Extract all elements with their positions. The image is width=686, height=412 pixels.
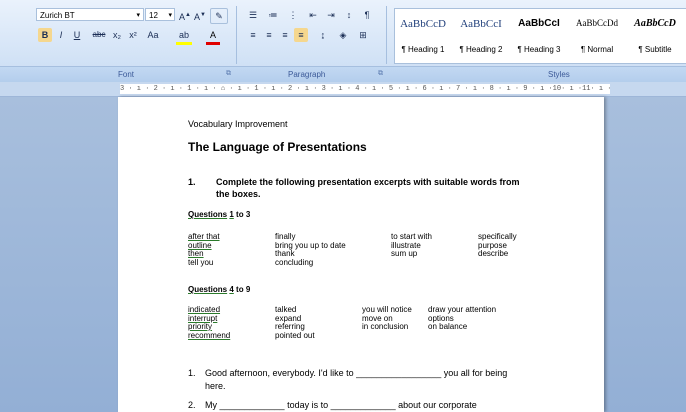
style-name: ¶ Normal [580, 45, 614, 54]
clear-formatting-icon[interactable]: ✎ [210, 8, 228, 24]
document-workspace: Vocabulary Improvement The Language of P… [0, 97, 686, 412]
style-normal[interactable]: AaBbCcDd ¶ Normal [569, 9, 625, 63]
doc-line-vocabulary: Vocabulary Improvement [188, 119, 288, 129]
chevron-down-icon[interactable]: ▾ [136, 9, 140, 22]
word: sum up [391, 249, 418, 258]
change-case-icon[interactable]: Aa [144, 28, 162, 42]
box2-col3: you will notice move on in conclusion [362, 305, 412, 332]
item-1-line-b: here. [205, 381, 226, 391]
dialog-launcher-icon[interactable]: ⧉ [226, 70, 231, 78]
item-2-number: 2. [188, 400, 196, 410]
questions-range: to 9 [236, 285, 251, 294]
questions-number: 4 [229, 285, 234, 294]
questions-range: to 3 [236, 210, 251, 219]
box1-col1: after that outline then tell you [188, 232, 220, 267]
word: tell you [188, 257, 214, 267]
questions-header-2: Questions 4 to 9 [188, 285, 250, 294]
style-sample: AaBbCcI [518, 18, 560, 29]
style-sample: AaBbCcDd [576, 18, 618, 28]
box2-col4: draw your attention options on balance [428, 305, 496, 332]
ribbon: Zurich BT ▾ 12 ▾ A▲ A▼ ✎ B I U abc x₂ x²… [0, 0, 686, 83]
italic-icon[interactable]: I [54, 28, 68, 42]
style-subtitle[interactable]: AaBbCcD ¶ Subtitle [627, 9, 683, 63]
justify-icon[interactable]: ≡ [294, 28, 308, 42]
word: concluding [275, 257, 314, 267]
word: describe [478, 249, 509, 258]
ribbon-group-labels: Font ⧉ Paragraph ⧉ Styles [0, 66, 686, 83]
align-center-icon[interactable]: ≡ [262, 28, 276, 42]
chevron-down-icon[interactable]: ▾ [168, 9, 172, 22]
font-name-value: Zurich BT [40, 11, 75, 20]
sort-icon[interactable]: ↕ [342, 8, 356, 22]
style-name: ¶ Heading 1 [401, 45, 445, 54]
font-size-box[interactable]: 12 ▾ [145, 8, 175, 21]
numbering-icon[interactable]: ≔ [266, 8, 280, 22]
questions-number: 1 [229, 210, 234, 219]
word: in conclusion [362, 322, 409, 331]
decrease-indent-icon[interactable]: ⇤ [306, 8, 320, 22]
task-line-2: the boxes. [216, 189, 261, 199]
font-color-icon[interactable]: A [206, 28, 220, 45]
font-name-box[interactable]: Zurich BT ▾ [36, 8, 144, 21]
bold-icon[interactable]: B [38, 28, 52, 42]
group-label-font: Font [118, 70, 135, 79]
styles-gallery: AaBbCcD ¶ Heading 1 AaBbCcI ¶ Heading 2 … [394, 8, 686, 64]
ruler-scale: 3 · ı · 2 · ı · 1 · ı · ⌂ · ı · 1 · ı · … [120, 84, 610, 94]
grow-font-icon[interactable]: A▲ [178, 8, 192, 22]
item-2-line-a: My _____________ today is to ___________… [205, 400, 477, 410]
style-heading-1[interactable]: AaBbCcD ¶ Heading 1 [395, 9, 451, 63]
shading-icon[interactable]: ◈ [336, 28, 350, 42]
item-1-line-a: Good afternoon, everybody. I'd like to _… [205, 368, 508, 378]
word: pointed out [275, 330, 315, 340]
highlight-icon[interactable]: ab [176, 28, 192, 45]
questions-word: Questions [188, 210, 228, 219]
increase-indent-icon[interactable]: ⇥ [324, 8, 338, 22]
style-name: ¶ Heading 3 [517, 45, 561, 54]
underline-icon[interactable]: U [70, 28, 84, 42]
word: on balance [428, 322, 468, 331]
style-name: ¶ Subtitle [638, 45, 672, 54]
doc-heading: The Language of Presentations [188, 140, 367, 154]
box1-col2: finally bring you up to date thank concl… [275, 232, 346, 267]
strikethrough-icon[interactable]: abc [90, 28, 108, 42]
item-1-number: 1. [188, 368, 196, 378]
font-size-value: 12 [149, 11, 158, 20]
task-number: 1. [188, 177, 196, 187]
style-heading-2[interactable]: AaBbCcI ¶ Heading 2 [453, 9, 509, 63]
separator [386, 6, 387, 64]
group-label-paragraph: Paragraph [288, 70, 326, 79]
task-line-1: Complete the following presentation exce… [216, 177, 520, 187]
word: recommend [188, 330, 231, 340]
subscript-icon[interactable]: x₂ [110, 28, 124, 42]
style-sample: AaBbCcD [634, 18, 676, 29]
line-spacing-icon[interactable]: ↨ [316, 28, 330, 42]
box1-col3: to start with illustrate sum up [391, 232, 432, 259]
style-name: ¶ Heading 2 [459, 45, 503, 54]
style-sample: AaBbCcI [460, 18, 502, 30]
box2-col1: indicated interrupt priority recommend [188, 305, 231, 340]
shrink-font-icon[interactable]: A▼ [193, 8, 207, 22]
style-heading-3[interactable]: AaBbCcI ¶ Heading 3 [511, 9, 567, 63]
borders-icon[interactable]: ⊞ [356, 28, 370, 42]
questions-header-1: Questions 1 to 3 [188, 210, 250, 219]
bullets-icon[interactable]: ☰ [246, 8, 260, 22]
multilevel-list-icon[interactable]: ⋮ [286, 8, 300, 22]
align-right-icon[interactable]: ≡ [278, 28, 292, 42]
superscript-icon[interactable]: x² [126, 28, 140, 42]
show-formatting-icon[interactable]: ¶ [360, 8, 374, 22]
box2-col2: talked expand referring pointed out [275, 305, 315, 340]
style-sample: AaBbCcD [400, 18, 446, 30]
separator [236, 6, 237, 64]
group-label-styles: Styles [548, 70, 570, 79]
horizontal-ruler[interactable]: 3 · ı · 2 · ı · 1 · ı · ⌂ · ı · 1 · ı · … [0, 82, 686, 97]
document-page[interactable]: Vocabulary Improvement The Language of P… [118, 97, 604, 412]
dialog-launcher-icon[interactable]: ⧉ [378, 70, 383, 78]
questions-word: Questions [188, 285, 228, 294]
box1-col4: specifically purpose describe [478, 232, 517, 259]
align-left-icon[interactable]: ≡ [246, 28, 260, 42]
